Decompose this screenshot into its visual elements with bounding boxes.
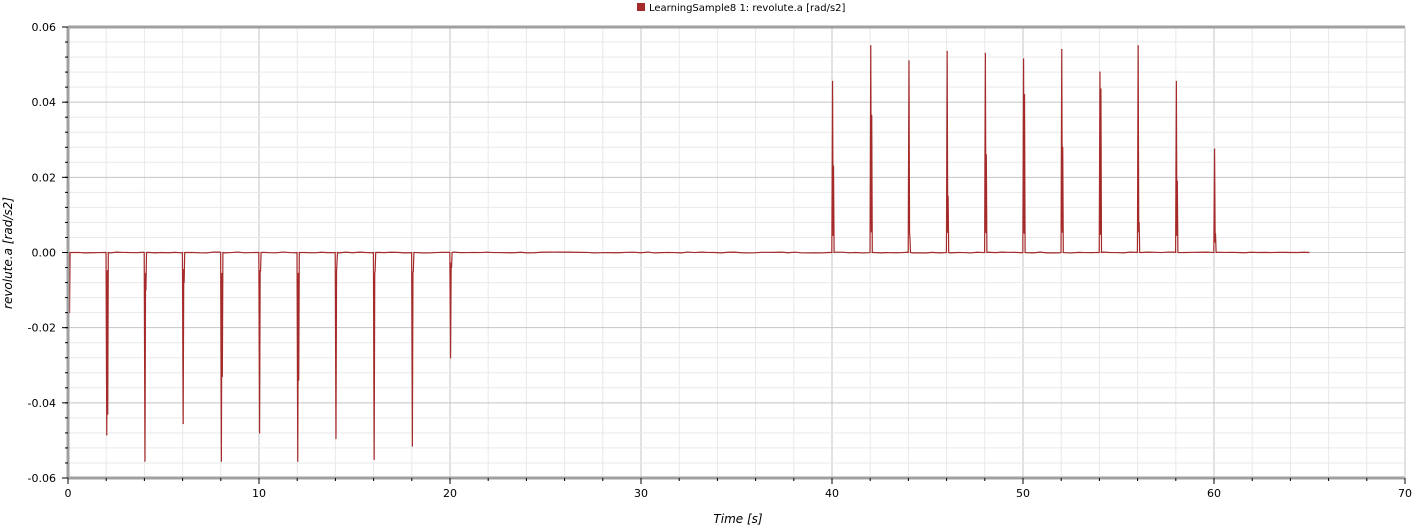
x-tick-label: 50 xyxy=(1016,487,1030,500)
spike-point xyxy=(908,60,910,62)
spike-point xyxy=(297,460,299,462)
y-axis-label: revolute.a [rad/s2] xyxy=(1,197,15,309)
spike-point xyxy=(870,45,872,47)
y-tick-label: 0.02 xyxy=(32,171,57,184)
x-tick-label: 30 xyxy=(634,487,648,500)
x-tick-label: 20 xyxy=(443,487,457,500)
x-tick-label: 70 xyxy=(1398,487,1412,500)
spike-point xyxy=(449,357,452,359)
y-tick-label: -0.04 xyxy=(28,397,56,410)
x-tick-label: 40 xyxy=(825,487,839,500)
spike-point xyxy=(1022,58,1025,60)
spike-point xyxy=(411,445,413,447)
spike-point xyxy=(984,52,986,54)
spike-point xyxy=(946,50,948,53)
spike-point xyxy=(1213,148,1216,150)
x-tick-label: 10 xyxy=(252,487,266,500)
spike-point xyxy=(258,432,261,434)
spike-point xyxy=(220,460,222,462)
y-tick-label: -0.02 xyxy=(28,322,56,335)
spike-point xyxy=(1137,45,1139,47)
spike-point xyxy=(1061,48,1063,51)
x-axis-label: Time [s] xyxy=(713,512,762,526)
spike-point xyxy=(106,434,108,436)
y-tick-label: 0.04 xyxy=(32,96,57,109)
y-tick-label: 0.06 xyxy=(32,21,57,34)
legend-swatch xyxy=(637,3,645,11)
spike-point xyxy=(335,437,337,440)
legend: LearningSample8 1: revolute.a [rad/s2] xyxy=(637,3,846,14)
y-tick-label: 0.00 xyxy=(32,247,57,260)
x-tick-label: 0 xyxy=(65,487,72,500)
spike-point xyxy=(831,80,834,83)
line-chart: LearningSample8 1: revolute.a [rad/s2] 0… xyxy=(1,3,1412,526)
legend-label: LearningSample8 1: revolute.a [rad/s2] xyxy=(649,3,846,14)
y-tick-label: -0.06 xyxy=(28,472,56,485)
spike-point xyxy=(373,458,375,460)
x-tick-label: 60 xyxy=(1207,487,1221,500)
chart-container: LearningSample8 1: revolute.a [rad/s2] 0… xyxy=(0,0,1413,526)
spike-point xyxy=(182,422,184,425)
spike-point xyxy=(1099,71,1101,73)
spike-point xyxy=(144,460,146,462)
spike-point xyxy=(1175,80,1177,83)
